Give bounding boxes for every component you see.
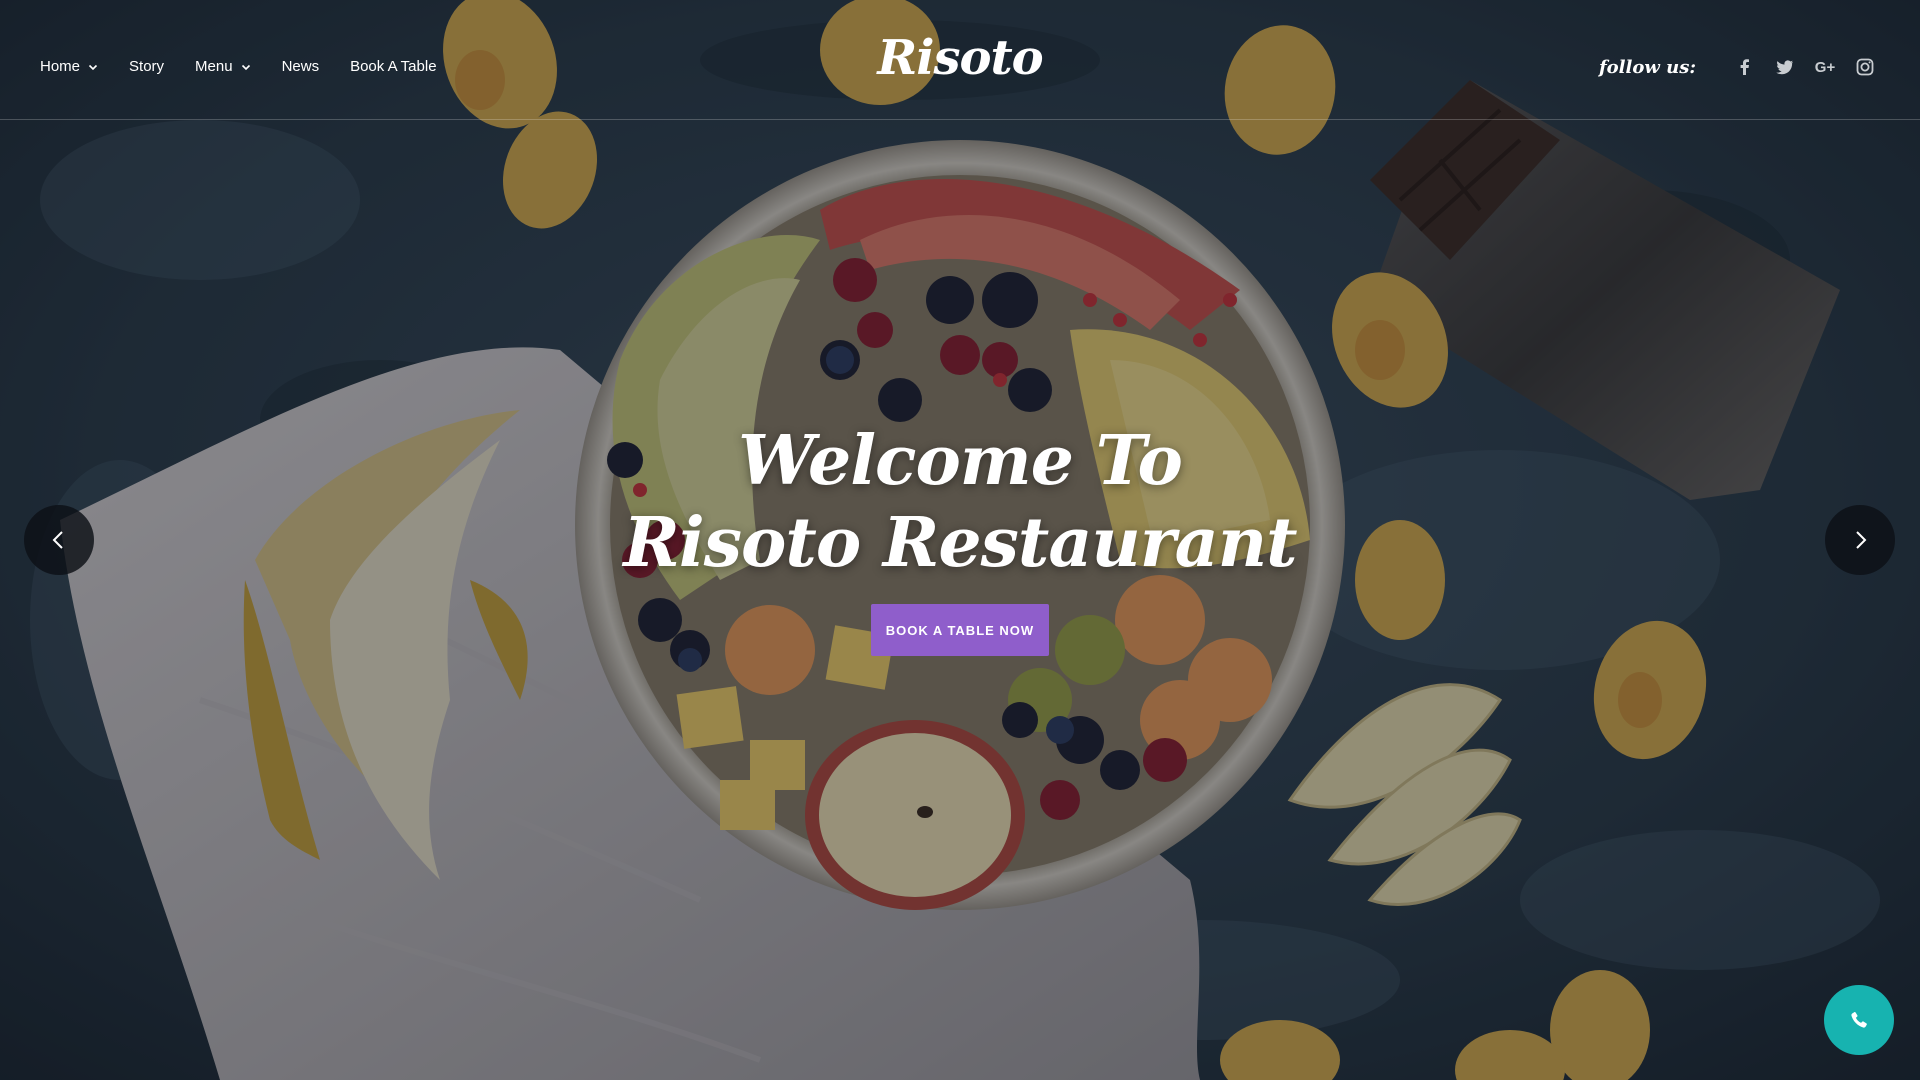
nav-item-home[interactable]: Home — [40, 58, 98, 75]
nav-item-label: News — [281, 58, 320, 75]
nav-item-label: Home — [40, 58, 81, 75]
nav-item-label: Story — [129, 58, 165, 75]
site-logo[interactable]: Risoto — [877, 30, 1043, 86]
chevron-right-icon — [1856, 531, 1867, 549]
chevron-left-icon — [52, 531, 63, 549]
hero-title: Welcome To Risoto Restaurant — [0, 420, 1920, 584]
facebook-icon[interactable] — [1734, 56, 1756, 78]
slider-prev-button[interactable] — [24, 505, 94, 575]
google-plus-text: G+ — [1814, 58, 1836, 76]
slider-next-button[interactable] — [1825, 505, 1895, 575]
main-nav: Home Story Menu News Book A Table — [40, 58, 468, 75]
chevron-down-icon — [88, 64, 98, 70]
nav-item-menu[interactable]: Menu — [195, 58, 251, 75]
phone-icon — [1851, 1012, 1867, 1028]
instagram-icon[interactable] — [1854, 56, 1876, 78]
hero-title-line-1: Welcome To — [738, 421, 1183, 501]
nav-item-label: Book A Table — [350, 58, 437, 75]
hero-title-line-2: Risoto Restaurant — [623, 503, 1297, 583]
social-links: follow us: G+ — [1599, 56, 1876, 78]
google-plus-icon[interactable]: G+ — [1814, 56, 1836, 78]
nav-item-news[interactable]: News — [282, 58, 320, 75]
call-button[interactable] — [1824, 985, 1894, 1055]
site-header: Home Story Menu News Book A Table Risoto… — [0, 0, 1920, 120]
twitter-icon[interactable] — [1774, 56, 1796, 78]
follow-us-label: follow us: — [1598, 56, 1696, 78]
book-a-table-button[interactable]: BOOK A TABLE NOW — [871, 604, 1049, 656]
chevron-down-icon — [241, 64, 250, 70]
nav-item-story[interactable]: Story — [129, 58, 164, 75]
nav-item-label: Menu — [195, 58, 233, 75]
nav-item-book-a-table[interactable]: Book A Table — [350, 58, 436, 75]
